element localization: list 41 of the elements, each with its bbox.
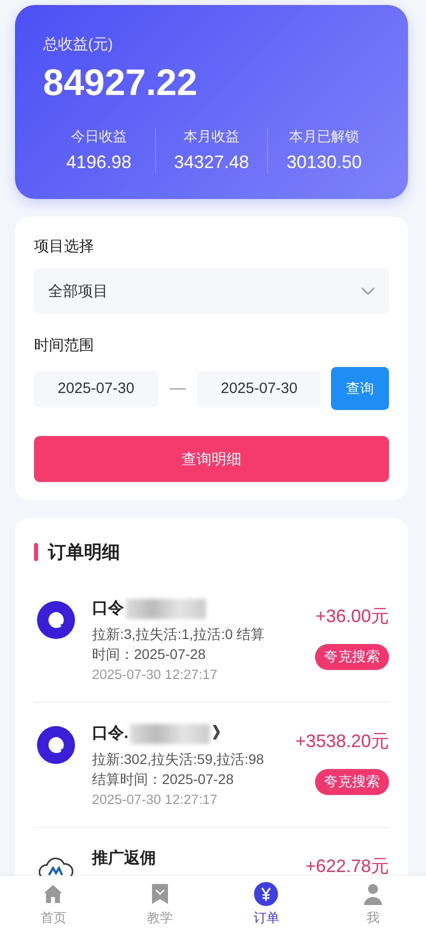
nav-tab[interactable]: 我 xyxy=(320,876,426,932)
stat-value: 30130.50 xyxy=(286,152,363,173)
order-title: 口令. xyxy=(92,724,128,744)
nav-tab[interactable]: 首页 xyxy=(0,876,106,932)
total-label: 总收益(元) xyxy=(43,35,114,54)
stat-value: 34327.48 xyxy=(172,152,250,173)
range-label: 时间范围 xyxy=(34,336,95,355)
title-suffix: 》 xyxy=(212,724,228,744)
yen-coin-icon xyxy=(254,882,278,906)
order-amount: +622.78元 xyxy=(305,855,389,878)
user-icon xyxy=(362,882,383,904)
order-amount: +3538.20元 xyxy=(295,730,389,753)
bookmark-icon xyxy=(150,882,169,904)
chevron-down-icon xyxy=(361,287,375,295)
stat-label: 今日收益 xyxy=(70,128,128,146)
range-separator: — xyxy=(168,380,187,398)
project-select[interactable]: 全部项目 xyxy=(34,268,389,314)
nav-tab[interactable]: 教学 xyxy=(106,876,213,932)
stat-value: 4196.98 xyxy=(65,152,132,173)
order-title: 推广返佣 xyxy=(92,848,156,869)
source-tag: 夸克搜索 xyxy=(315,769,389,795)
app-logo-icon xyxy=(36,600,76,640)
stat-label: 本月收益 xyxy=(182,128,240,146)
order-amount: +36.00元 xyxy=(315,605,389,628)
query-detail-button[interactable]: 查询明细 xyxy=(34,436,389,482)
order-title: 口令 xyxy=(92,598,124,619)
order-detail: 拉新:3,拉失活:1,拉活:0 结算时间：2025-07-28 xyxy=(92,625,266,664)
total-amount: 84927.22 xyxy=(43,62,198,104)
query-button[interactable]: 查询 xyxy=(331,367,389,410)
order-detail: 拉新:302,拉失活:59,拉活:98 结算时间：2025-07-28 xyxy=(92,750,265,789)
end-date-field[interactable]: 2025-07-30 xyxy=(197,370,322,406)
source-tag: 夸克搜索 xyxy=(315,644,389,670)
home-icon xyxy=(43,884,64,904)
nav-tab[interactable]: 订单 xyxy=(213,876,320,932)
start-date-field[interactable]: 2025-07-30 xyxy=(34,370,158,406)
section-title: 订单明细 xyxy=(48,541,120,564)
app-logo-icon xyxy=(36,725,76,765)
order-time: 2025-07-30 12:27:17 xyxy=(92,667,218,682)
stat-label: 本月已解锁 xyxy=(288,128,360,146)
project-label: 项目选择 xyxy=(34,237,95,256)
order-time: 2025-07-30 12:27:17 xyxy=(92,792,218,807)
